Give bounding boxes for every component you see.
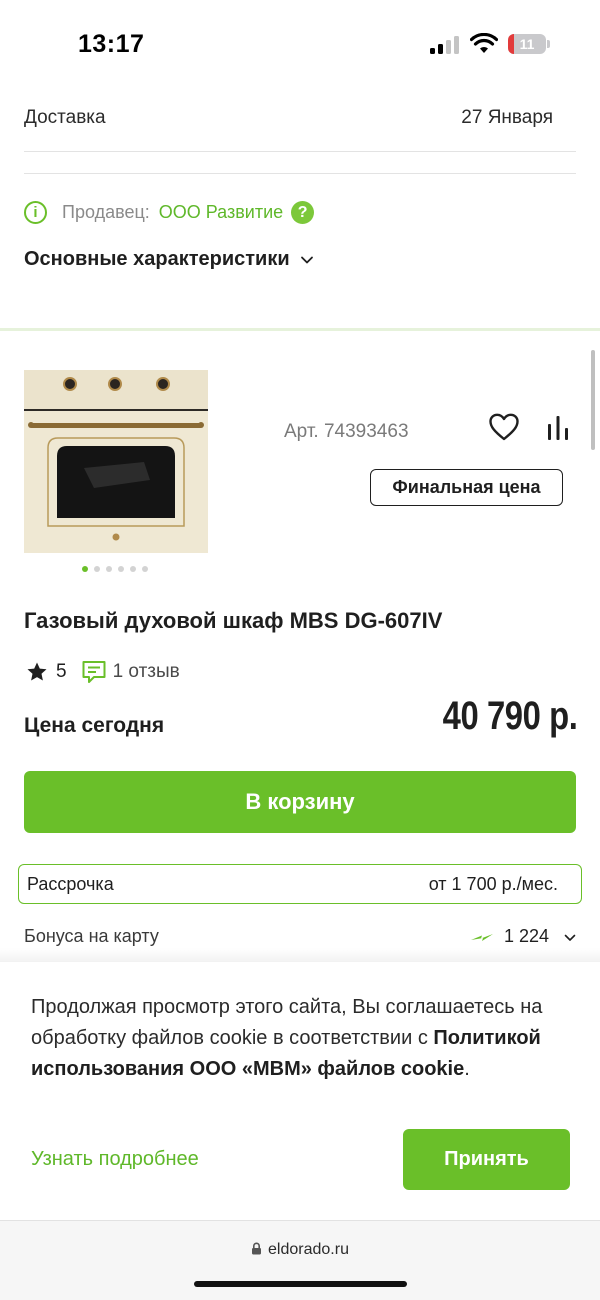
chevron-down-icon [564,934,576,941]
carousel-dot[interactable] [118,566,124,572]
image-carousel-dots[interactable] [82,566,148,572]
carousel-dot[interactable] [130,566,136,572]
delivery-date: 27 Января [461,107,553,128]
home-indicator[interactable] [194,1281,407,1287]
price-label: Цена сегодня [24,714,165,737]
review-count-link[interactable]: 1 отзыв [113,661,180,683]
final-price-badge: Финальная цена [370,469,563,506]
installment-value: от 1 700 р./мес. [428,874,558,894]
carousel-dot[interactable] [94,566,100,572]
seller-label: Продавец: [62,201,150,222]
installment-label: Рассрочка [27,874,114,894]
battery-icon: 11 [508,34,546,54]
address-bar[interactable]: eldorado.ru [0,1241,600,1259]
cookie-text: Продолжая просмотр этого сайта, Вы согла… [31,992,561,1085]
bonus-label: Бонуса на карту [24,926,159,946]
divider [24,173,576,174]
seller-name-link[interactable]: ООО Развитие [159,202,283,223]
price-value: 40 790 р. [443,694,578,738]
status-bar: 13:17 11 [0,0,600,90]
chevron-down-icon [300,256,313,263]
installment-row[interactable]: Рассрочка от 1 700 р./мес. [18,864,582,904]
star-icon [27,662,47,681]
delivery-row: Доставка 27 Января [24,100,576,152]
seller-row: i Продавец: ООО Развитие ? [24,199,315,225]
carousel-dot[interactable] [106,566,112,572]
battery-level-text: 11 [519,36,535,52]
bonus-value: 1 224 [504,926,550,946]
learn-more-link[interactable]: Узнать подробнее [31,1148,199,1171]
bonus-lightning-icon [471,934,493,941]
specs-toggle[interactable]: Основные характеристики [24,248,314,271]
article-number: Арт. 74393463 [284,421,409,442]
battery-cap [547,40,550,48]
url-text: eldorado.ru [268,1241,349,1258]
rating-value: 5 [56,661,67,682]
specs-label: Основные характеристики [24,248,290,270]
add-to-cart-button[interactable]: В корзину [24,771,576,833]
product-title: Газовый духовой шкаф MBS DG-607IV [24,608,443,633]
compare-icon[interactable] [545,414,571,442]
product-image[interactable] [24,370,208,553]
delivery-label: Доставка [24,107,106,128]
lock-icon [252,1242,262,1255]
scrollbar-thumb[interactable] [591,350,595,450]
rating-row[interactable]: 5 1 отзыв [26,659,180,685]
review-icon [82,661,106,683]
wifi-icon [470,33,498,53]
cookie-text-end: . [464,1058,470,1080]
cellular-signal-icon [430,34,462,54]
info-icon[interactable]: i [24,200,47,224]
carousel-dot[interactable] [82,566,88,572]
heart-icon[interactable] [488,412,520,442]
status-time: 13:17 [78,30,145,58]
section-separator [0,328,600,331]
accept-cookies-button[interactable]: Принять [403,1129,570,1190]
help-icon[interactable]: ? [291,200,315,224]
cookie-banner: Продолжая просмотр этого сайта, Вы согла… [0,962,600,1220]
carousel-dot[interactable] [142,566,148,572]
browser-bar: eldorado.ru [0,1220,600,1300]
